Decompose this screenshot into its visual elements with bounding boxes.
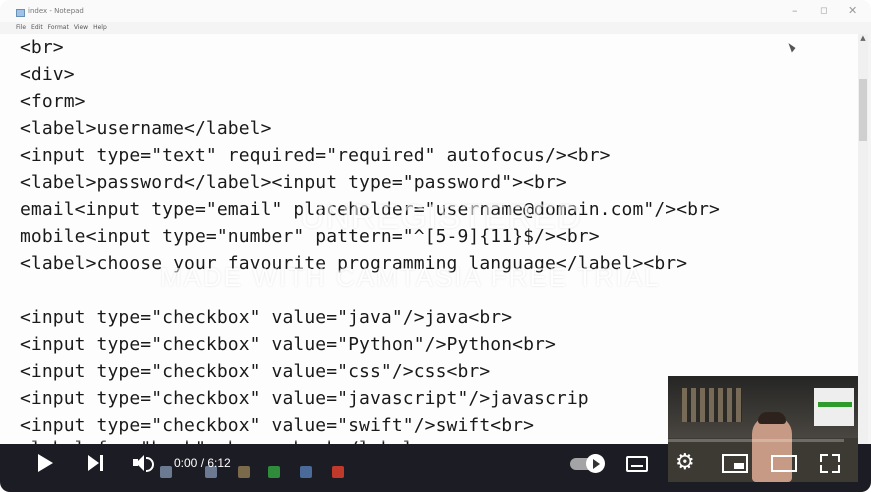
miniplayer-button[interactable]	[722, 454, 748, 473]
code-line: <input type="checkbox" value="java"/>jav…	[20, 307, 513, 328]
theater-mode-button[interactable]	[771, 455, 797, 472]
code-line: <label>username</label>	[20, 118, 272, 139]
webcam-person	[752, 412, 792, 482]
webcam-monitor	[814, 388, 854, 426]
fullscreen-corner	[832, 454, 840, 462]
fullscreen-button[interactable]	[820, 454, 840, 473]
code-line: <input type="checkbox" value="css"/>css<…	[20, 361, 491, 382]
video-player[interactable]: index - Notepad – ◻ ✕ File Edit Format V…	[0, 0, 871, 492]
progress-bar[interactable]	[24, 439, 844, 442]
watermark-line-1: UNREGISTERED	[300, 198, 583, 236]
settings-button[interactable]: ⚙	[675, 452, 695, 474]
menu-help: Help	[93, 24, 107, 31]
menu-file: File	[16, 24, 27, 31]
notepad-window-title: index - Notepad	[28, 7, 84, 15]
taskbar-app-icon	[238, 466, 250, 478]
menu-view: View	[73, 24, 89, 31]
autoplay-play-icon	[593, 459, 600, 469]
code-line: <label>password</label><input type="pass…	[20, 172, 567, 193]
code-line: <div>	[20, 64, 75, 85]
code-line: <input type="text" required="required" a…	[20, 145, 611, 166]
scroll-thumb	[859, 79, 867, 141]
notepad-titlebar: index - Notepad – ◻ ✕	[0, 0, 871, 22]
code-line: <br>	[20, 37, 64, 58]
time-display: 0:00 / 6:12	[174, 456, 231, 470]
subtitles-button[interactable]	[626, 456, 648, 472]
next-button[interactable]	[88, 455, 104, 473]
fullscreen-corner	[832, 465, 840, 473]
code-line: <input type="checkbox" value="swift"/>sw…	[20, 415, 535, 436]
menu-format: Format	[47, 24, 69, 31]
taskbar-app-icon	[300, 466, 312, 478]
play-button[interactable]	[38, 454, 53, 472]
maximize-icon: ◻	[820, 6, 828, 16]
code-line: <form>	[20, 91, 86, 112]
taskbar-app-icon	[160, 466, 172, 478]
minimize-icon: –	[792, 4, 798, 17]
fullscreen-corner	[820, 454, 828, 462]
notepad-menubar: File Edit Format View Help	[16, 24, 107, 31]
close-icon: ✕	[848, 4, 858, 17]
editor-scrollbar: ▲	[858, 34, 868, 444]
taskbar-app-icon	[332, 466, 344, 478]
fullscreen-corner	[820, 465, 828, 473]
code-line: <input type="checkbox" value="Python"/>P…	[20, 334, 556, 355]
taskbar-app-icon	[268, 466, 280, 478]
scroll-up-icon: ▲	[860, 34, 866, 42]
notepad-icon	[16, 9, 25, 17]
watermark-line-2: MADE WITH CAMTASIA FREE TRIAL	[160, 262, 661, 292]
code-line: <input type="checkbox" value="javascript…	[20, 388, 589, 409]
menu-edit: Edit	[31, 24, 43, 31]
monitor-progress-bar	[818, 402, 852, 407]
